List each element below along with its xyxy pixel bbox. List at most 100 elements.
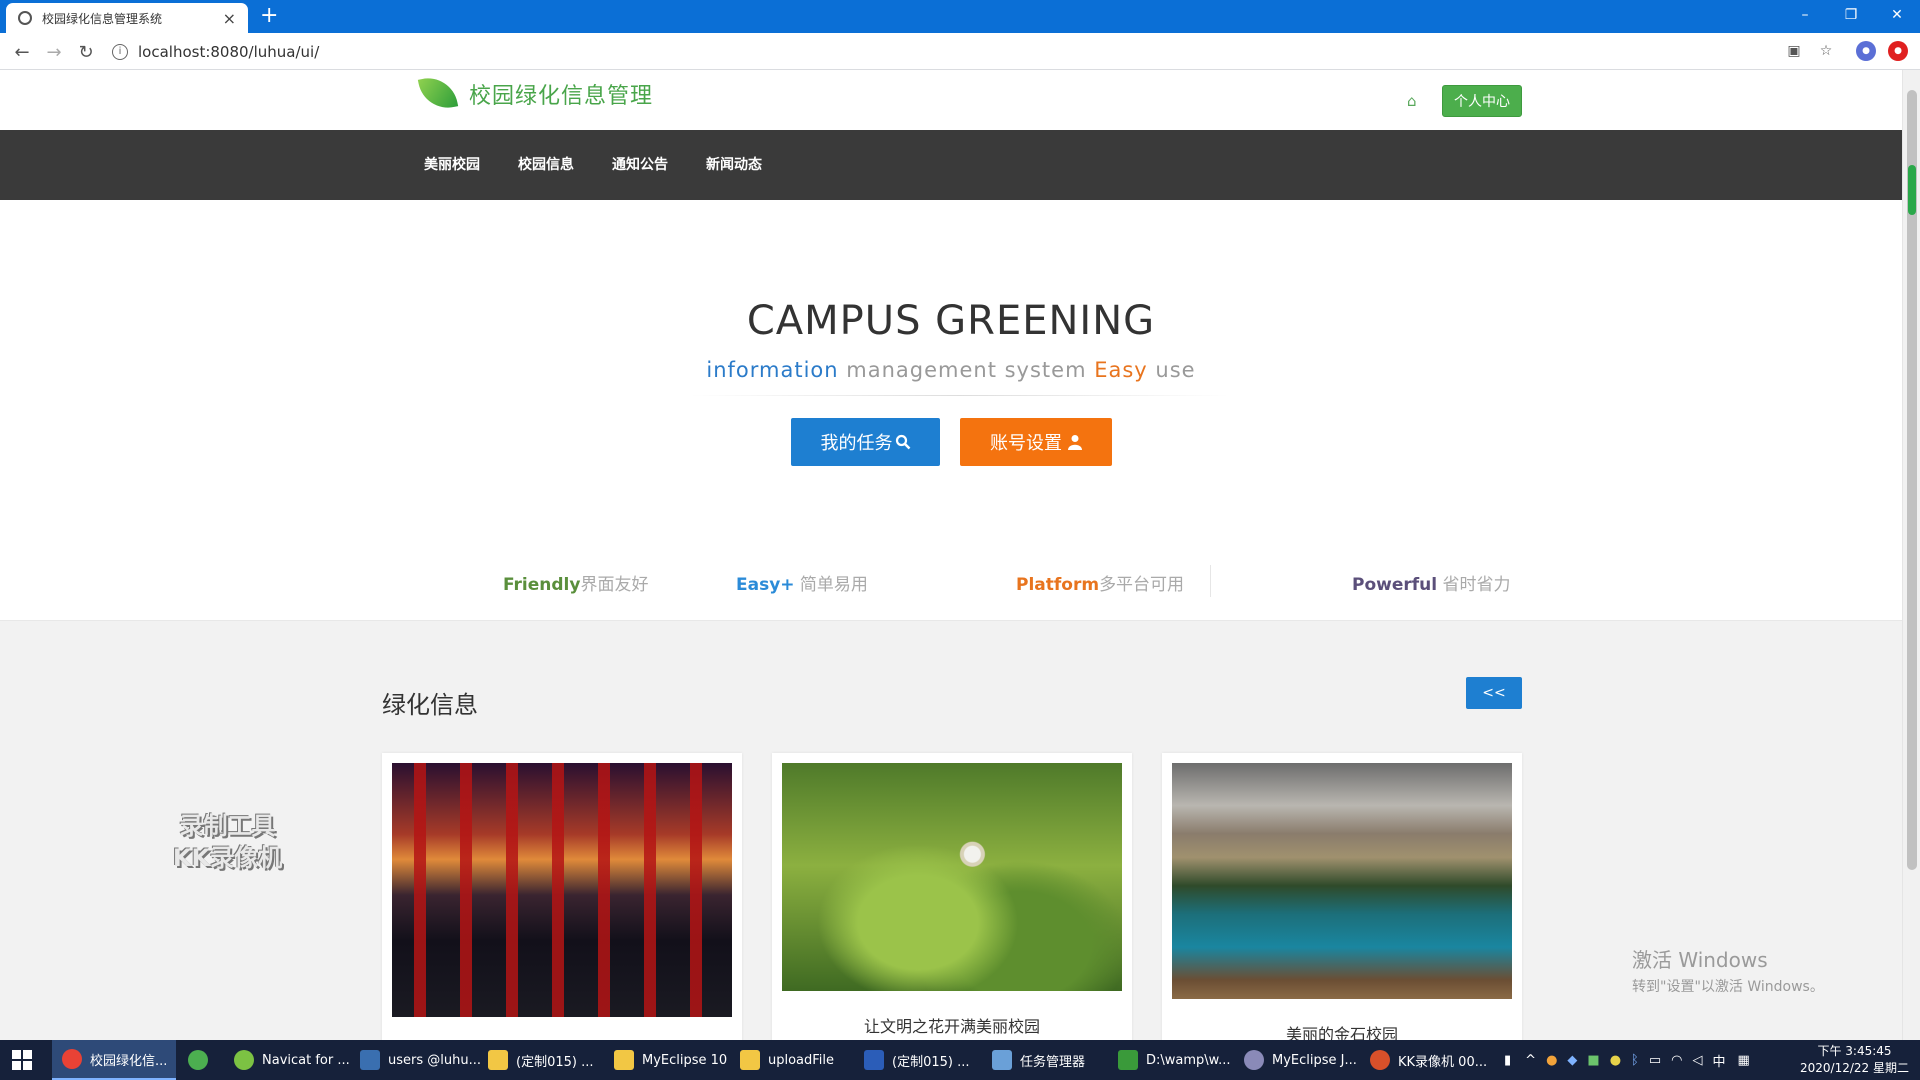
feature-platform-text: 多平台可用 xyxy=(1099,575,1185,595)
user-center-button[interactable]: 个人中心 xyxy=(1442,85,1522,117)
keyboard-icon[interactable]: ▦ xyxy=(1738,1053,1750,1068)
tray-yellow-icon[interactable]: ● xyxy=(1610,1053,1621,1068)
taskbar-item-task-manager[interactable]: 任务管理器 xyxy=(992,1040,1104,1080)
word-icon xyxy=(864,1050,884,1070)
watermark-line-2: KK录像机 xyxy=(172,844,283,872)
hero-sub-use: use xyxy=(1147,358,1196,382)
feature-easy-text: 简单易用 xyxy=(794,575,868,595)
tray-shield-icon[interactable]: ◆ xyxy=(1567,1053,1577,1068)
windows-taskbar: 校园绿化信... Navicat for ... users @luhu... … xyxy=(0,1040,1920,1080)
minimize-button[interactable]: – xyxy=(1782,0,1828,30)
card-caption[interactable]: 让文明之花开满美丽校园 xyxy=(772,1013,1132,1037)
tray-expand-icon[interactable]: ^ xyxy=(1525,1053,1536,1068)
card-image-flower[interactable] xyxy=(782,763,1122,991)
battery-icon[interactable]: ▮ xyxy=(1504,1053,1511,1068)
taskbar-label: 任务管理器 xyxy=(1020,1054,1086,1070)
feature-friendly-text: 界面友好 xyxy=(580,575,649,595)
close-tab-icon[interactable]: × xyxy=(223,9,236,28)
card-image-choir[interactable] xyxy=(392,763,732,1017)
windows-start-icon[interactable] xyxy=(12,1050,32,1070)
network-icon[interactable]: ▭ xyxy=(1649,1053,1661,1068)
info-card[interactable]: 让文明之花开满美丽校园 xyxy=(772,753,1132,1040)
feature-powerful: Powerful 省时省力 xyxy=(1352,570,1511,595)
task-manager-icon xyxy=(992,1050,1012,1070)
taskbar-item-myeclipse-folder[interactable]: MyEclipse 10 xyxy=(614,1040,727,1080)
taskbar-label: uploadFile xyxy=(768,1052,835,1068)
feature-easy-strong: Easy+ xyxy=(736,575,795,595)
system-tray: ▮ ^ ● ◆ ■ ● ᛒ ▭ ◠ ◁ 中 ▦ xyxy=(1504,1040,1750,1080)
tray-green-icon[interactable]: ■ xyxy=(1587,1053,1599,1068)
nav-item-campus-info[interactable]: 校园信息 xyxy=(518,130,574,200)
card-image-lake[interactable] xyxy=(1172,763,1512,999)
recorder-icon xyxy=(1370,1050,1390,1070)
close-window-button[interactable]: ✕ xyxy=(1874,0,1920,30)
myeclipse-icon xyxy=(1244,1050,1264,1070)
feature-platform: Platform多平台可用 xyxy=(1016,570,1184,595)
card-caption[interactable]: 美丽的金石校园 xyxy=(1162,1021,1522,1040)
account-settings-button[interactable]: 账号设置 xyxy=(960,418,1112,466)
clock-time: 下午 3:45:45 xyxy=(1817,1044,1892,1058)
account-settings-label: 账号设置 xyxy=(990,433,1062,454)
forward-arrow-icon[interactable]: → xyxy=(42,40,66,64)
home-icon[interactable]: ⌂ xyxy=(1407,92,1417,110)
clock-date: 2020/12/22 星期二 xyxy=(1800,1061,1909,1075)
reload-icon[interactable]: ↻ xyxy=(74,40,98,64)
tray-app-icon[interactable]: ● xyxy=(1546,1053,1557,1068)
taskbar-item-app[interactable] xyxy=(188,1040,228,1080)
hero-sub-information: information xyxy=(706,358,839,382)
taskbar-item-chrome[interactable]: 校园绿化信... xyxy=(52,1040,176,1080)
browser-tab[interactable]: 校园绿化信息管理系统 × xyxy=(6,3,248,33)
nav-item-notices[interactable]: 通知公告 xyxy=(612,130,668,200)
hero-sub-easy: Easy xyxy=(1094,358,1148,382)
taskbar-label: (定制015) ... xyxy=(516,1054,594,1070)
main-navigation: 美丽校园 校园信息 通知公告 新闻动态 xyxy=(0,130,1902,200)
taskbar-item-kk-recorder[interactable]: KK录像机 00... xyxy=(1370,1040,1488,1080)
search-icon xyxy=(895,434,910,450)
taskbar-label: (定制015) ... xyxy=(892,1054,970,1070)
hero-subtitle: information management system Easy use xyxy=(0,358,1902,382)
info-card[interactable]: 美丽的金石校园 xyxy=(1162,753,1522,1040)
bluetooth-icon[interactable]: ᛒ xyxy=(1631,1053,1639,1068)
taskbar-item-navicat[interactable]: Navicat for ... xyxy=(234,1040,352,1080)
feature-easy: Easy+ 简单易用 xyxy=(736,570,868,595)
profile-icon[interactable]: ● xyxy=(1888,41,1908,61)
nav-item-beautiful-campus[interactable]: 美丽校园 xyxy=(424,130,480,200)
taskbar-item-users-table[interactable]: users @luhu... xyxy=(360,1040,481,1080)
chrome-icon xyxy=(62,1049,82,1069)
my-tasks-label: 我的任务 xyxy=(820,433,893,454)
taskbar-label: MyEclipse J... xyxy=(1272,1052,1357,1068)
input-method-indicator[interactable]: 中 xyxy=(1713,1051,1726,1070)
taskbar-label: D:\wamp\w... xyxy=(1146,1052,1231,1068)
hero-divider xyxy=(690,395,1230,396)
volume-icon[interactable]: ◁ xyxy=(1693,1053,1703,1068)
page-scrollbar[interactable] xyxy=(1902,70,1920,1040)
info-card[interactable] xyxy=(382,753,742,1040)
restore-button[interactable]: ❐ xyxy=(1828,0,1874,30)
section-prev-button[interactable]: << xyxy=(1466,677,1522,709)
translate-icon[interactable]: ▣ xyxy=(1784,41,1804,61)
my-tasks-button[interactable]: 我的任务 xyxy=(791,418,940,466)
system-clock[interactable]: 下午 3:45:45 2020/12/22 星期二 xyxy=(1800,1043,1909,1077)
taskbar-item-upload-folder[interactable]: uploadFile xyxy=(740,1040,852,1080)
folder-icon xyxy=(488,1050,508,1070)
site-info-icon[interactable]: i xyxy=(112,44,128,60)
leaf-logo-icon xyxy=(415,74,461,114)
navicat-icon xyxy=(234,1050,254,1070)
windows-activation-notice: 激活 Windows 转到"设置"以激活 Windows。 xyxy=(1632,944,1824,996)
brand-title: 校园绿化信息管理 xyxy=(469,84,654,109)
tab-title: 校园绿化信息管理系统 xyxy=(42,11,163,26)
wifi-icon[interactable]: ◠ xyxy=(1671,1053,1682,1068)
extension-icon[interactable]: ● xyxy=(1856,41,1876,61)
folder-icon xyxy=(614,1050,634,1070)
hero-sub-management: management system xyxy=(838,358,1095,382)
taskbar-item-folder-015[interactable]: (定制015) ... xyxy=(488,1040,600,1080)
url-field[interactable]: i localhost:8080/luhua/ui/ xyxy=(112,38,1762,66)
back-arrow-icon[interactable]: ← xyxy=(10,40,34,64)
bookmark-star-icon[interactable]: ☆ xyxy=(1816,41,1836,61)
nav-item-news[interactable]: 新闻动态 xyxy=(706,130,762,200)
taskbar-item-myeclipse[interactable]: MyEclipse J... xyxy=(1244,1040,1364,1080)
new-tab-button[interactable]: + xyxy=(260,4,278,28)
taskbar-item-wamp[interactable]: D:\wamp\w... xyxy=(1118,1040,1231,1080)
site-brand[interactable]: 校园绿化信息管理 xyxy=(415,74,653,114)
taskbar-item-word-015[interactable]: (定制015) ... xyxy=(864,1040,976,1080)
